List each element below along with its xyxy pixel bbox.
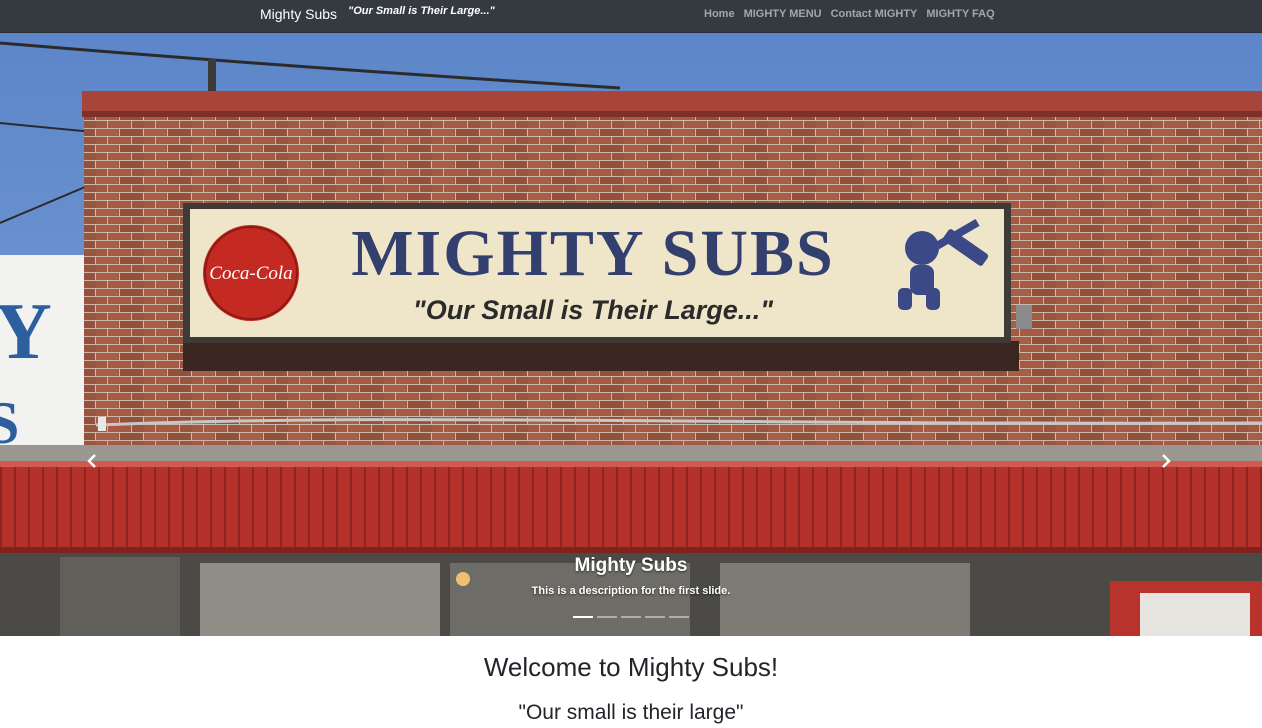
nav-link-faq[interactable]: MIGHTY FAQ	[926, 8, 994, 21]
chevron-right-icon	[1162, 454, 1171, 468]
chevron-left-icon	[87, 454, 96, 468]
storefront-image: Y S Coca-Cola MIGHTY SUBS "Our Small is …	[0, 33, 1262, 636]
motto-heading: "Our small is their large"	[518, 701, 744, 724]
hero-carousel: Y S Coca-Cola MIGHTY SUBS "Our Small is …	[0, 33, 1262, 636]
svg-text:Coca-Cola: Coca-Cola	[209, 263, 292, 284]
brand-link[interactable]: Mighty Subs	[260, 6, 337, 22]
carousel-indicator-1[interactable]	[573, 616, 593, 618]
nav-links: Home MIGHTY MENU Contact MIGHTY MIGHTY F…	[704, 8, 1004, 21]
svg-text:Y: Y	[0, 288, 52, 376]
nav-link-home[interactable]: Home	[704, 8, 735, 21]
welcome-heading: Welcome to Mighty Subs!	[483, 652, 779, 682]
top-navbar: Mighty Subs "Our Small is Their Large...…	[0, 0, 1262, 33]
caption-description: This is a description for the first slid…	[531, 585, 731, 597]
brand-tagline: "Our Small is Their Large..."	[348, 5, 495, 17]
carousel-indicator-2[interactable]	[597, 616, 617, 618]
nav-link-menu[interactable]: MIGHTY MENU	[744, 8, 822, 21]
carousel-indicators	[0, 616, 1262, 618]
svg-text:MIGHTY SUBS: MIGHTY SUBS	[351, 217, 834, 290]
carousel-indicator-4[interactable]	[645, 616, 665, 618]
carousel-indicator-3[interactable]	[621, 616, 641, 618]
carousel-prev-button[interactable]	[72, 443, 112, 479]
carousel-next-button[interactable]	[1146, 443, 1186, 479]
carousel-caption: Mighty Subs This is a description for th…	[0, 554, 1262, 598]
carousel-indicator-5[interactable]	[669, 616, 689, 618]
caption-title: Mighty Subs	[574, 555, 688, 576]
nav-link-contact[interactable]: Contact MIGHTY	[831, 8, 918, 21]
svg-text:"Our Small is Their Large...": "Our Small is Their Large..."	[413, 295, 774, 325]
